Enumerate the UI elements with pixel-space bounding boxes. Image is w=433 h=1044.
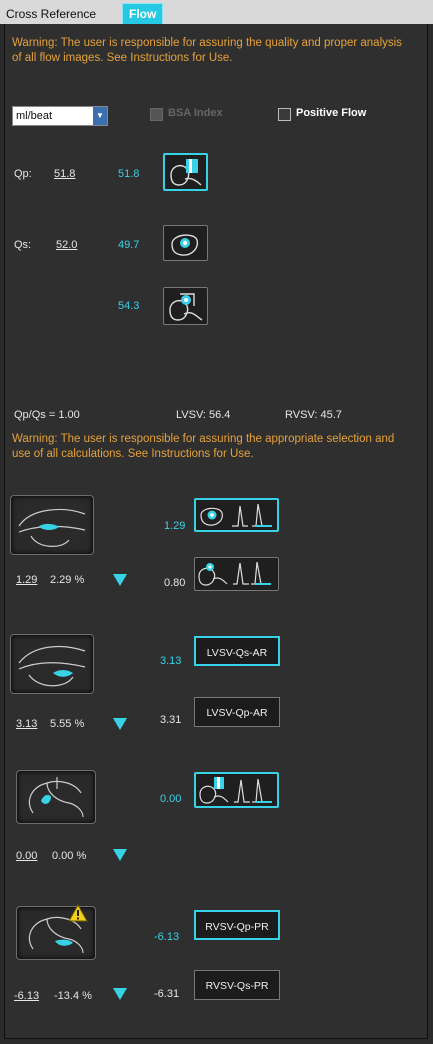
tricuspid-top-value: -6.13	[154, 931, 180, 943]
aortic-regurgitant-percent: 2.29 %	[50, 574, 85, 586]
qs-ascending-aorta-icon[interactable]	[163, 287, 208, 325]
aortic-regurgitant-value[interactable]: 1.29	[16, 574, 37, 586]
mitral-dropdown-arrow-icon[interactable]	[113, 718, 127, 730]
chevron-down-icon[interactable]: ▼	[93, 107, 107, 125]
warning-icon[interactable]	[68, 904, 88, 922]
qs-aortic-flow-icon[interactable]	[163, 225, 208, 261]
qp-qs-ratio: Qp/Qs = 1.00	[14, 409, 80, 421]
mitral-bottom-value: 3.31	[160, 714, 182, 726]
positive-flow-label: Positive Flow	[296, 107, 367, 119]
positive-flow-checkbox[interactable]	[278, 108, 291, 121]
tab-cross-reference[interactable]: Cross Reference	[0, 4, 102, 24]
lvsv-qp-ar-button[interactable]: LVSV-Qp-AR	[194, 697, 280, 727]
pulmonic-flow-curve-icon[interactable]	[194, 772, 279, 808]
qs-value[interactable]: 52.0	[56, 239, 77, 251]
qp-value[interactable]: 51.8	[54, 168, 75, 180]
mitral-regurgitant-value[interactable]: 3.13	[16, 718, 37, 730]
calculation-warning: Warning: The user is responsible for ass…	[12, 433, 395, 460]
tab-flow[interactable]: Flow	[122, 3, 164, 25]
pulmonic-valve-thumbnail[interactable]	[16, 770, 96, 824]
quality-warning: Warning: The user is responsible for ass…	[12, 37, 402, 64]
aortic-flow-curve-icon[interactable]	[194, 498, 279, 532]
unit-select-value: ml/beat	[16, 110, 53, 122]
pulmonic-dropdown-arrow-icon[interactable]	[113, 849, 127, 861]
mitral-regurgitant-percent: 5.55 %	[50, 718, 85, 730]
aortic-bottom-value: 0.80	[164, 577, 186, 589]
unit-select[interactable]: ml/beat ▼	[12, 106, 108, 126]
qs-measured-value-2: 54.3	[118, 300, 140, 312]
tricuspid-regurgitant-percent: -13.4 %	[54, 990, 92, 1002]
lvsv-value: LVSV: 56.4	[176, 409, 231, 421]
tricuspid-regurgitant-value[interactable]: -6.13	[14, 990, 39, 1002]
pulmonary-flow-curve-icon[interactable]	[194, 557, 279, 591]
tricuspid-dropdown-arrow-icon[interactable]	[113, 988, 127, 1000]
aortic-dropdown-arrow-icon[interactable]	[113, 574, 127, 586]
rvsv-qp-pr-button[interactable]: RVSV-Qp-PR	[194, 910, 280, 940]
pulmonic-regurgitant-percent: 0.00 %	[52, 850, 87, 862]
pulmonic-top-value: 0.00	[160, 793, 182, 805]
mitral-top-value: 3.13	[160, 655, 182, 667]
lvsv-qs-ar-button[interactable]: LVSV-Qs-AR	[194, 636, 280, 666]
qp-pulmonary-flow-icon[interactable]	[163, 153, 208, 191]
aortic-top-value: 1.29	[164, 520, 186, 532]
aortic-valve-thumbnail[interactable]	[10, 495, 94, 555]
tab-bar: Cross Reference Flow	[0, 0, 433, 25]
bsa-index-label: BSA Index	[168, 107, 223, 119]
rvsv-qs-pr-button[interactable]: RVSV-Qs-PR	[194, 970, 280, 1000]
qs-measured-value-1: 49.7	[118, 239, 140, 251]
qp-label: Qp:	[14, 168, 32, 180]
bsa-index-checkbox[interactable]	[150, 108, 163, 121]
qp-measured-value: 51.8	[118, 168, 140, 180]
qs-label: Qs:	[14, 239, 32, 251]
pulmonic-regurgitant-value[interactable]: 0.00	[16, 850, 37, 862]
tricuspid-bottom-value: -6.31	[154, 988, 180, 1000]
rvsv-value: RVSV: 45.7	[285, 409, 342, 421]
mitral-valve-thumbnail[interactable]	[10, 634, 94, 694]
